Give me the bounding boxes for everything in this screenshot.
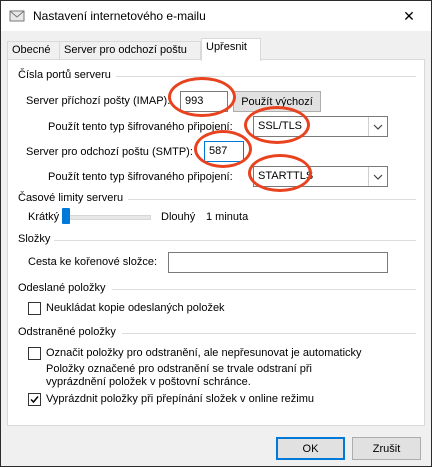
incoming-encryption-select[interactable]: SSL/TLS	[253, 116, 388, 137]
deleted-note-line1: Položky označené pro odstranění se trval…	[46, 363, 312, 375]
timeout-value: 1 minuta	[206, 211, 249, 223]
purge-on-switch-label: Vyprázdnit položky při přepínání složek …	[46, 393, 315, 405]
sent-items-heading: Odeslané položky	[18, 282, 106, 294]
use-default-button[interactable]: Použít výchozí	[233, 91, 321, 112]
timeout-long-label: Dlouhý	[161, 211, 196, 223]
deleted-note-line2: vyprázdnění položek v poštovní schránce.	[46, 376, 251, 388]
root-path-input[interactable]	[168, 252, 388, 273]
tab-label: Server pro odchozí poštu	[64, 44, 187, 56]
outgoing-port-input[interactable]: 587	[204, 141, 244, 162]
close-icon[interactable]: ✕	[387, 1, 431, 31]
title-bar: Nastavení internetového e-mailu ✕	[1, 1, 431, 31]
root-path-label: Cesta ke kořenové složce:	[28, 256, 158, 268]
purge-on-switch-checkbox[interactable]	[28, 393, 41, 406]
envelope-icon	[9, 8, 25, 24]
use-default-label: Použít výchozí	[241, 95, 313, 108]
group-divider	[122, 333, 416, 334]
timeout-short-label: Krátký	[28, 211, 60, 223]
ok-button[interactable]: OK	[276, 437, 345, 460]
chevron-down-icon[interactable]	[368, 117, 387, 136]
incoming-port-value: 993	[185, 95, 204, 107]
mark-deleted-label: Označit položky pro odstranění, ale nepř…	[46, 347, 362, 359]
group-divider	[54, 240, 416, 241]
tab-outgoing-server[interactable]: Server pro odchozí poštu	[59, 41, 201, 60]
timeouts-heading: Časové limity serveru	[18, 192, 124, 204]
outgoing-encryption-select[interactable]: STARTTLS	[253, 166, 388, 187]
tab-label: Obecné	[12, 44, 51, 56]
outgoing-encryption-label: Použít tento typ šifrovaného připojení:	[48, 171, 233, 183]
tab-advanced[interactable]: Upřesnit	[201, 38, 261, 61]
cancel-button[interactable]: Zrušit	[352, 437, 421, 460]
incoming-encryption-value: SSL/TLS	[258, 120, 303, 132]
outgoing-port-value: 587	[209, 145, 228, 157]
ok-label: OK	[302, 442, 319, 455]
group-divider	[116, 76, 416, 77]
no-copy-label: Neukládat kopie odeslaných položek	[46, 302, 225, 314]
mark-deleted-checkbox[interactable]	[28, 347, 41, 360]
timeout-slider-track[interactable]	[64, 215, 151, 220]
incoming-port-input[interactable]: 993	[180, 91, 228, 112]
tab-label: Upřesnit	[206, 41, 247, 53]
incoming-encryption-label: Použít tento typ šifrovaného připojení:	[48, 121, 233, 133]
group-divider	[128, 199, 416, 200]
folders-heading: Složky	[18, 233, 51, 245]
deleted-items-heading: Odstraněné položky	[18, 326, 116, 338]
group-divider	[112, 289, 416, 290]
tab-general[interactable]: Obecné	[7, 41, 60, 60]
checkmark-icon	[30, 396, 39, 404]
chevron-down-icon[interactable]	[368, 167, 387, 186]
outgoing-port-label: Server pro odchozí poštu (SMTP):	[26, 146, 193, 158]
ports-heading: Čísla portů serveru	[18, 69, 111, 81]
incoming-port-label: Server příchozí pošty (IMAP):	[26, 95, 171, 107]
outgoing-encryption-value: STARTTLS	[258, 170, 314, 182]
timeout-slider-thumb[interactable]	[62, 208, 70, 224]
cancel-label: Zrušit	[372, 442, 401, 455]
advanced-panel: Čísla portů serveru Server příchozí pošt…	[7, 59, 425, 426]
window-title: Nastavení internetového e-mailu	[33, 9, 206, 23]
dialog-window: Nastavení internetového e-mailu ✕ Obecné…	[0, 0, 432, 467]
no-copy-checkbox[interactable]	[28, 302, 41, 315]
